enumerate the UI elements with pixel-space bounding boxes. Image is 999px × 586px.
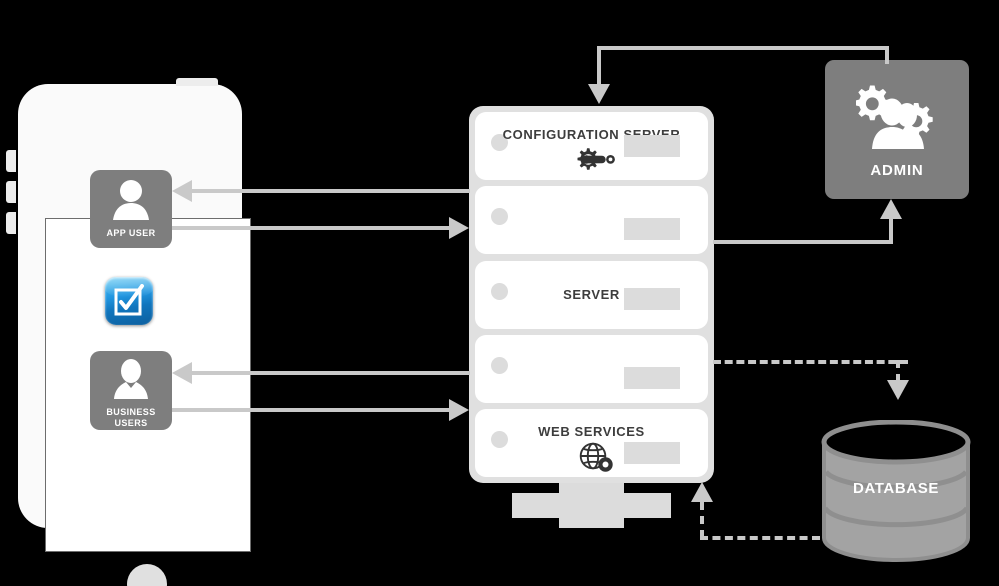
valve-neck bbox=[559, 483, 624, 528]
arrow-down-icon bbox=[887, 380, 909, 400]
phone-silent-switch[interactable] bbox=[6, 150, 16, 172]
biz-label-line1: BUSINESS bbox=[106, 407, 156, 417]
biz-label-line2: USERS bbox=[114, 418, 148, 428]
phone-volume-up-button[interactable] bbox=[6, 181, 16, 203]
business-user-icon bbox=[108, 358, 154, 405]
connector-admin-to-config-down bbox=[597, 46, 601, 86]
rack-row[interactable] bbox=[475, 334, 708, 403]
rack-row-title: WEB SERVICES bbox=[538, 424, 645, 439]
connector-database-to-server-h bbox=[700, 536, 820, 540]
user-icon bbox=[108, 177, 154, 226]
connector-server-to-business-users bbox=[190, 371, 470, 375]
connector-business-users-to-server bbox=[172, 408, 449, 412]
connector-server-to-admin-h bbox=[713, 240, 893, 244]
phone-home-button[interactable] bbox=[127, 564, 167, 586]
gear-wrench-icon bbox=[573, 146, 617, 178]
arrow-left-icon bbox=[172, 180, 192, 202]
actor-app-user[interactable]: APP USER bbox=[90, 170, 172, 248]
arrow-right-icon bbox=[449, 217, 469, 239]
rack-row-placeholder-bar bbox=[624, 218, 680, 241]
users-gears-icon bbox=[854, 81, 938, 158]
admin-node[interactable]: ADMIN bbox=[825, 60, 969, 199]
rack-row[interactable]: WEB SERVICES bbox=[475, 409, 708, 477]
globe-gear-icon bbox=[578, 442, 616, 477]
rack-row-placeholder-bar bbox=[624, 135, 680, 157]
database-node[interactable]: DATABASE bbox=[821, 419, 971, 563]
database-label: DATABASE bbox=[853, 480, 939, 497]
connector-server-to-database-h bbox=[713, 360, 908, 364]
connector-server-to-admin-v bbox=[889, 218, 893, 242]
phone-volume-down-button[interactable] bbox=[6, 212, 16, 234]
rack-row-placeholder-bar bbox=[624, 442, 680, 464]
arrow-up-icon bbox=[880, 199, 902, 219]
connector-server-to-database-v bbox=[896, 360, 900, 382]
phone-power-button[interactable] bbox=[176, 78, 218, 86]
connector-admin-to-config-right-stub bbox=[885, 46, 889, 64]
server-rack: CONFIGURATION SERVER SERVER WEB SERVICES bbox=[469, 106, 714, 483]
checkbox-app-icon[interactable] bbox=[105, 277, 153, 325]
rack-row[interactable] bbox=[475, 186, 708, 255]
rack-row-placeholder-bar bbox=[624, 287, 680, 310]
rack-row[interactable]: CONFIGURATION SERVER bbox=[475, 112, 708, 180]
rack-row-placeholder-bar bbox=[624, 366, 680, 389]
admin-label: ADMIN bbox=[870, 161, 924, 179]
architecture-diagram: APP USER BUSINESS USERS CONFIGURATION SE… bbox=[0, 0, 999, 586]
rack-row[interactable]: SERVER bbox=[475, 260, 708, 329]
arrow-down-icon bbox=[588, 84, 610, 104]
rack-row-title: SERVER bbox=[563, 286, 620, 302]
actor-business-users-label: BUSINESS USERS bbox=[106, 407, 155, 429]
status-dot-icon bbox=[491, 208, 508, 226]
connector-server-to-app-user bbox=[190, 189, 470, 193]
connector-app-user-to-server bbox=[172, 226, 449, 230]
connector-admin-to-config-top bbox=[597, 46, 889, 50]
status-dot-icon bbox=[491, 356, 508, 374]
pipe-valve-connector bbox=[512, 483, 671, 528]
arrow-left-icon bbox=[172, 362, 192, 384]
arrow-right-icon bbox=[449, 399, 469, 421]
actor-business-users[interactable]: BUSINESS USERS bbox=[90, 351, 172, 430]
connector-database-to-server-v bbox=[700, 502, 704, 538]
arrow-up-icon bbox=[691, 482, 713, 502]
actor-app-user-label: APP USER bbox=[106, 228, 156, 238]
